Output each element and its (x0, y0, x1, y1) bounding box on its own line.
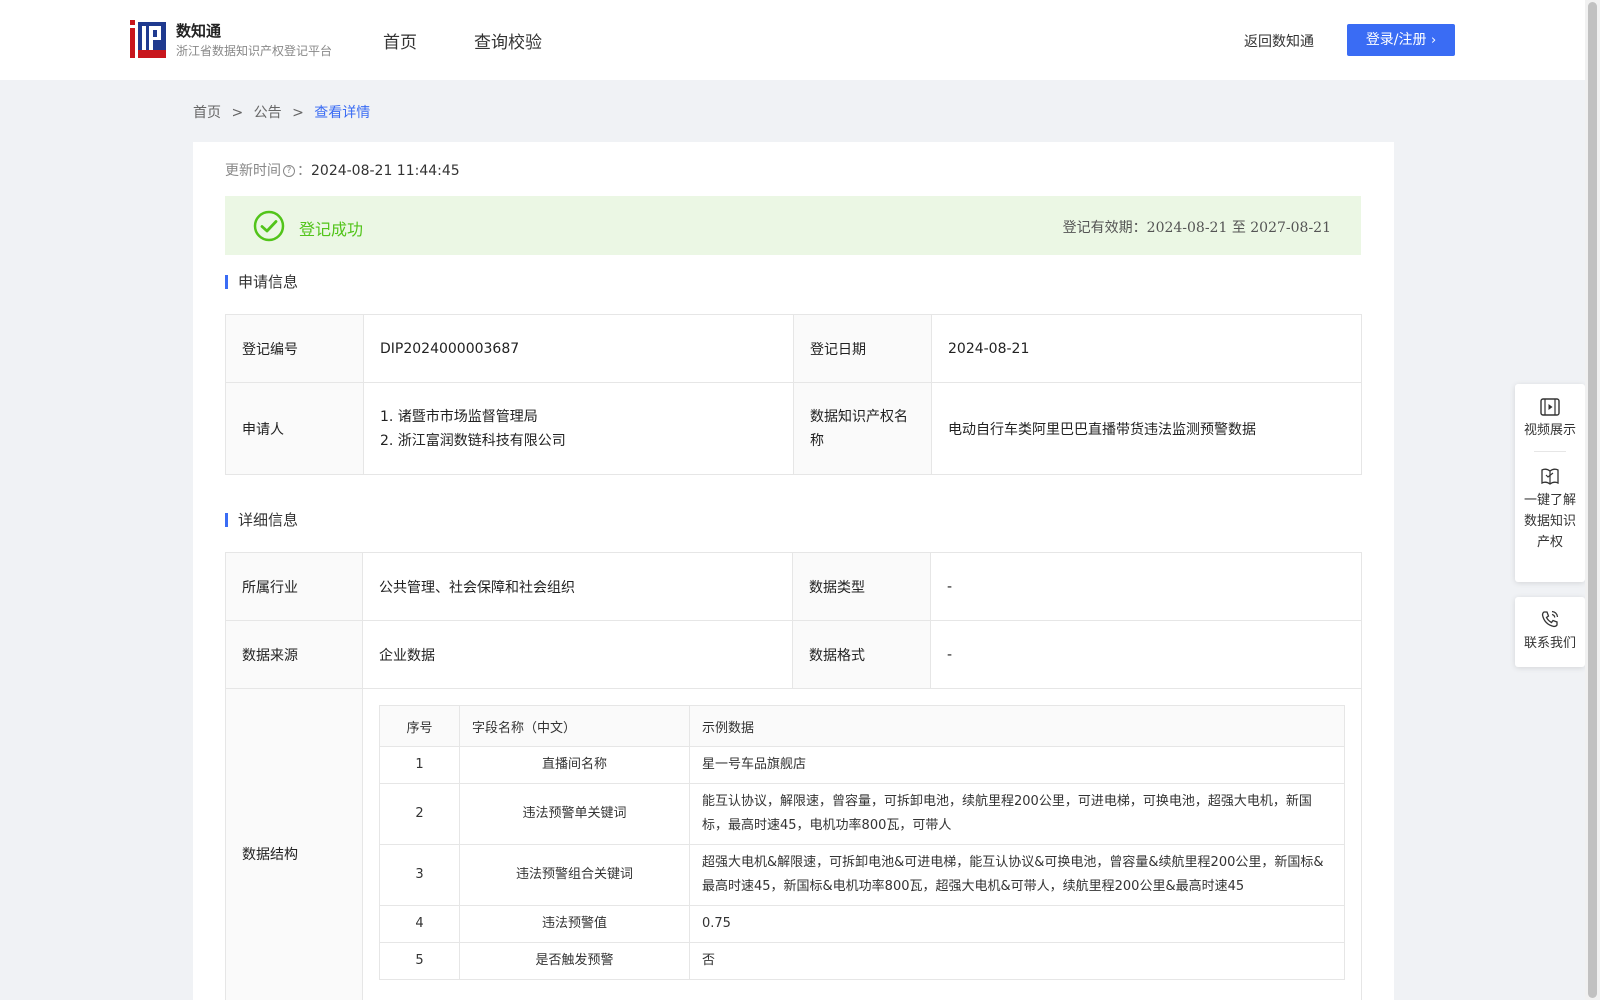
row-no: 5 (379, 942, 460, 980)
row-no: 1 (379, 746, 460, 784)
book-icon (1541, 468, 1559, 485)
col-header-no: 序号 (379, 705, 460, 747)
row-sample: 否 (689, 942, 1345, 980)
data-structure-cell: 序号 字段名称（中文） 示例数据 1 直播间名称 星一号车品旗舰店 2 违法预警… (362, 688, 1362, 1000)
login-register-label: 登录/注册 (1365, 32, 1427, 48)
data-format-label: 数据格式 (792, 620, 931, 689)
top-header: 数知通 浙江省数据知识产权登记平台 首页 查询校验 返回数知通 登录/注册 › (0, 0, 1585, 80)
breadcrumb-home[interactable]: 首页 (193, 105, 221, 121)
data-source-label: 数据来源 (225, 620, 363, 689)
row-no: 3 (379, 844, 460, 906)
data-source-value: 企业数据 (362, 620, 793, 689)
status-text: 登记成功 (299, 220, 364, 239)
table-row: 登记编号 DIP2024000003687 登记日期 2024-08-21 (225, 314, 1362, 383)
page-scrollbar[interactable] (1585, 0, 1600, 1000)
apply-info-table: 登记编号 DIP2024000003687 登记日期 2024-08-21 申请… (225, 314, 1362, 475)
question-icon[interactable]: ? (283, 165, 295, 177)
reg-no-label: 登记编号 (225, 314, 364, 383)
video-showcase-button[interactable]: 视频展示 (1515, 398, 1585, 441)
float-panel-top: 视频展示 一键了解数据知识产权 (1515, 384, 1585, 582)
ip-name-value: 电动自行车类阿里巴巴直播带货违法监测预警数据 (931, 382, 1362, 475)
table-row: 2 违法预警单关键词 能互认协议，解限速，曾容量，可拆卸电池，续航里程200公里… (379, 783, 1345, 845)
table-row: 1 直播间名称 星一号车品旗舰店 (379, 746, 1345, 784)
login-register-button[interactable]: 登录/注册 › (1347, 24, 1455, 56)
breadcrumb-current: 查看详情 (314, 105, 371, 121)
detail-card: 更新时间? ：2024-08-21 11:44:45 登记成功 登记有效期：202… (193, 142, 1394, 1000)
applicant-2: 2. 浙江富润数链科技有限公司 (380, 432, 566, 449)
breadcrumb: 首页 > 公告 > 查看详情 (193, 102, 376, 122)
learn-ip-label: 一键了解数据知识产权 (1523, 493, 1576, 550)
validity-value: 2024-08-21 至 2027-08-21 (1146, 220, 1331, 236)
colon: ： (297, 163, 311, 179)
row-field: 违法预警组合关键词 (459, 844, 690, 906)
data-type-value: - (930, 552, 1362, 621)
contact-us-button[interactable]: 联系我们 (1515, 609, 1585, 654)
section-title-apply: 申请信息 (225, 275, 298, 290)
reg-no-value: DIP2024000003687 (363, 314, 794, 383)
row-no: 2 (379, 783, 460, 845)
detail-info-table: 所属行业 公共管理、社会保障和社会组织 数据类型 - 数据来源 企业数据 数据格… (225, 552, 1362, 1000)
applicant-value: 1. 诸暨市市场监督管理局 2. 浙江富润数链科技有限公司 (363, 382, 794, 475)
learn-ip-button[interactable]: 一键了解数据知识产权 (1515, 466, 1585, 553)
status-banner: 登记成功 登记有效期：2024-08-21 至 2027-08-21 (225, 196, 1361, 255)
row-field: 违法预警值 (459, 905, 690, 943)
chevron-right-icon: › (1430, 33, 1437, 48)
update-time-row: 更新时间? ：2024-08-21 11:44:45 (225, 160, 460, 180)
divider (1534, 451, 1566, 452)
video-showcase-label: 视频展示 (1523, 423, 1576, 438)
table-row: 5 是否触发预警 否 (379, 942, 1345, 980)
ip-name-label: 数据知识产权名称 (793, 382, 932, 475)
validity-label: 登记有效期： (1062, 220, 1147, 236)
table-row: 3 违法预警组合关键词 超强大电机&解限速，可拆卸电池&可进电梯，能互认协议&可… (379, 844, 1345, 906)
update-time-value: 2024-08-21 11:44:45 (311, 163, 460, 179)
table-row: 4 违法预警值 0.75 (379, 905, 1345, 943)
col-header-field: 字段名称（中文） (459, 705, 690, 747)
video-icon (1540, 398, 1560, 416)
row-sample: 能互认协议，解限速，曾容量，可拆卸电池，续航里程200公里，可进电梯，可换电池，… (689, 783, 1345, 845)
section-title-detail: 详细信息 (225, 513, 298, 528)
table-header-row: 序号 字段名称（中文） 示例数据 (379, 705, 1345, 747)
data-structure-label: 数据结构 (225, 688, 363, 1000)
update-time-label: 更新时间 (225, 163, 281, 179)
table-row: 申请人 1. 诸暨市市场监督管理局 2. 浙江富润数链科技有限公司 数据知识产权… (225, 382, 1362, 475)
row-field: 直播间名称 (459, 746, 690, 784)
logo-subtitle: 浙江省数据知识产权登记平台 (176, 44, 333, 58)
breadcrumb-separator: > (292, 105, 304, 121)
breadcrumb-separator: > (231, 105, 244, 121)
row-sample: 0.75 (689, 905, 1345, 943)
industry-label: 所属行业 (225, 552, 363, 621)
breadcrumb-notice[interactable]: 公告 (254, 105, 282, 121)
phone-icon (1541, 610, 1559, 628)
scrollbar-thumb[interactable] (1588, 2, 1597, 998)
row-no: 4 (379, 905, 460, 943)
logo-icon[interactable] (130, 20, 166, 58)
float-panel-bottom: 联系我们 (1515, 597, 1585, 667)
contact-us-label: 联系我们 (1523, 636, 1576, 651)
row-field: 违法预警单关键词 (459, 783, 690, 845)
reg-date-label: 登记日期 (793, 314, 932, 383)
row-field: 是否触发预警 (459, 942, 690, 980)
back-to-main-link[interactable]: 返回数知通 (1244, 31, 1314, 51)
data-format-value: - (930, 620, 1362, 689)
data-type-label: 数据类型 (792, 552, 931, 621)
logo-name: 数知通 (176, 22, 222, 40)
table-row: 数据来源 企业数据 数据格式 - (225, 620, 1362, 689)
nav-query-verify[interactable]: 查询校验 (474, 28, 542, 53)
row-sample: 星一号车品旗舰店 (689, 746, 1345, 784)
reg-date-value: 2024-08-21 (931, 314, 1362, 383)
validity-period: 登记有效期：2024-08-21 至 2027-08-21 (1063, 217, 1331, 237)
col-header-sample: 示例数据 (689, 705, 1345, 747)
applicant-1: 1. 诸暨市市场监督管理局 (380, 408, 538, 425)
applicant-label: 申请人 (225, 382, 364, 475)
industry-value: 公共管理、社会保障和社会组织 (362, 552, 793, 621)
nav-home[interactable]: 首页 (383, 28, 417, 53)
data-structure-table: 序号 字段名称（中文） 示例数据 1 直播间名称 星一号车品旗舰店 2 违法预警… (379, 705, 1345, 980)
table-row: 数据结构 序号 字段名称（中文） 示例数据 1 直播间名称 星一号车品旗舰店 2 (225, 688, 1362, 1000)
check-circle-icon (253, 210, 285, 242)
row-sample: 超强大电机&解限速，可拆卸电池&可进电梯，能互认协议&可换电池，曾容量&续航里程… (689, 844, 1345, 906)
table-row: 所属行业 公共管理、社会保障和社会组织 数据类型 - (225, 552, 1362, 621)
